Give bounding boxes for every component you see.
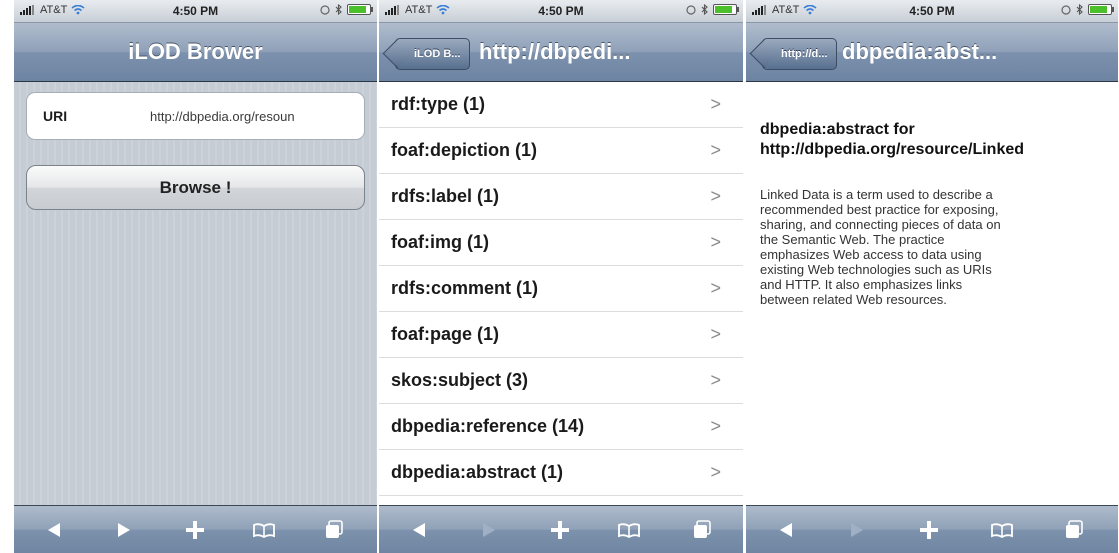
list-item-label: rdfs:comment (1) bbox=[391, 278, 539, 298]
pages-icon[interactable] bbox=[314, 506, 354, 553]
bluetooth-icon bbox=[335, 4, 342, 15]
back-arrow-icon[interactable] bbox=[766, 506, 806, 553]
page-title: dbpedia:abst... bbox=[842, 39, 998, 64]
list-item[interactable]: rdf:type (1) > bbox=[379, 82, 743, 128]
forward-arrow-icon[interactable] bbox=[104, 506, 144, 553]
battery-icon bbox=[347, 4, 373, 15]
chevron-right-icon: > bbox=[710, 416, 721, 436]
screen-resource-properties: AT&T 4:50 PM iLOD B... http://dbpedi... … bbox=[379, 0, 743, 553]
abstract-text: Linked Data is a term used to describe a… bbox=[760, 187, 1112, 307]
list-item[interactable]: foaf:page (1) > bbox=[379, 312, 743, 358]
abstract-text-line: and HTTP. It also emphasizes links bbox=[760, 277, 963, 292]
list-item[interactable]: foaf:depiction (1) > bbox=[379, 128, 743, 174]
abstract-heading-line: dbpedia:abstract for bbox=[760, 121, 915, 138]
list-item[interactable]: rdfs:comment (1) > bbox=[379, 266, 743, 312]
abstract-text-line: existing Web technologies such as URIs bbox=[760, 262, 992, 277]
add-icon[interactable] bbox=[540, 506, 580, 553]
chevron-right-icon: > bbox=[710, 324, 721, 344]
lock-rotation-icon bbox=[1061, 4, 1071, 15]
list-item-label: foaf:img (1) bbox=[391, 232, 489, 252]
back-button[interactable]: http://d... bbox=[762, 38, 838, 70]
status-right bbox=[1061, 4, 1114, 15]
list-item-label: foaf:depiction (1) bbox=[391, 140, 537, 160]
list-item-label: dbpedia:reference (14) bbox=[391, 416, 585, 436]
list-item[interactable]: foaf:img (1) > bbox=[379, 220, 743, 266]
lock-rotation-icon bbox=[686, 4, 696, 15]
back-button[interactable]: iLOD B... bbox=[395, 38, 471, 70]
navigation-bar: iLOD B... http://dbpedi... bbox=[379, 23, 743, 82]
status-bar: AT&T 4:50 PM bbox=[14, 0, 377, 23]
status-bar: AT&T 4:50 PM bbox=[379, 0, 743, 23]
safari-toolbar bbox=[746, 505, 1118, 553]
status-bar: AT&T 4:50 PM bbox=[746, 0, 1118, 23]
chevron-right-icon: > bbox=[710, 462, 721, 482]
abstract-heading: dbpedia:abstract for http://dbpedia.org/… bbox=[760, 120, 1118, 160]
bookmarks-icon[interactable] bbox=[244, 506, 284, 553]
chevron-right-icon: > bbox=[710, 370, 721, 390]
uri-field[interactable]: URI http://dbpedia.org/resoun bbox=[26, 92, 365, 140]
property-list: rdf:type (1) > foaf:depiction (1) > rdfs:l… bbox=[379, 82, 743, 505]
chevron-right-icon: > bbox=[710, 186, 721, 206]
abstract-text-line: emphasizes Web access to data using bbox=[760, 247, 982, 262]
screen-abstract-detail: AT&T 4:50 PM http://d... dbpedia:abst...… bbox=[746, 0, 1118, 553]
chevron-right-icon: > bbox=[710, 278, 721, 298]
list-item-label: rdfs:label (1) bbox=[391, 186, 500, 206]
navigation-bar: http://d... dbpedia:abst... bbox=[746, 23, 1118, 82]
bookmarks-icon[interactable] bbox=[609, 506, 649, 553]
list-item-label: skos:subject (3) bbox=[391, 370, 529, 390]
list-item-label: foaf:page (1) bbox=[391, 324, 499, 344]
chevron-right-icon: > bbox=[710, 140, 721, 160]
list-item-label: dbpedia:abstract (1) bbox=[391, 462, 564, 482]
abstract-text-line: the Semantic Web. The practice bbox=[760, 232, 945, 247]
battery-icon bbox=[1088, 4, 1114, 15]
list-item[interactable]: rdfs:label (1) > bbox=[379, 174, 743, 220]
abstract-heading-line: http://dbpedia.org/resource/Linked bbox=[760, 141, 1025, 158]
list-item-partial[interactable] bbox=[379, 496, 743, 505]
status-right bbox=[320, 4, 373, 15]
abstract-content: dbpedia:abstract for http://dbpedia.org/… bbox=[746, 82, 1118, 505]
battery-icon bbox=[713, 4, 739, 15]
safari-toolbar bbox=[379, 505, 743, 553]
page-title: http://dbpedi... bbox=[479, 39, 631, 64]
list-item[interactable]: dbpedia:reference (14) > bbox=[379, 404, 743, 450]
uri-input[interactable]: http://dbpedia.org/resoun bbox=[150, 109, 358, 124]
lock-rotation-icon bbox=[320, 4, 330, 15]
add-icon[interactable] bbox=[175, 506, 215, 553]
status-right bbox=[686, 4, 739, 15]
chevron-right-icon: > bbox=[710, 232, 721, 252]
pages-icon[interactable] bbox=[1054, 506, 1094, 553]
bookmarks-icon[interactable] bbox=[982, 506, 1022, 553]
list-item[interactable]: skos:subject (3) > bbox=[379, 358, 743, 404]
pages-icon[interactable] bbox=[682, 506, 722, 553]
abstract-text-line: recommended best practice for exposing, bbox=[760, 202, 999, 217]
back-arrow-icon[interactable] bbox=[34, 506, 74, 553]
back-arrow-icon[interactable] bbox=[399, 506, 439, 553]
abstract-text-line: between related Web resources. bbox=[760, 292, 947, 307]
uri-label: URI bbox=[43, 108, 68, 124]
list-item[interactable]: dbpedia:abstract (1) > bbox=[379, 450, 743, 496]
navigation-bar: iLOD Brower bbox=[14, 23, 377, 82]
list-item-label: rdf:type (1) bbox=[391, 94, 485, 114]
add-icon[interactable] bbox=[909, 506, 949, 553]
forward-arrow-icon bbox=[837, 506, 877, 553]
browse-button[interactable]: Browse ! bbox=[26, 165, 365, 210]
bluetooth-icon bbox=[701, 4, 708, 15]
screen-ilod-browser: AT&T 4:50 PM iLOD Brower URI http://dbpe… bbox=[14, 0, 377, 553]
chevron-right-icon: > bbox=[710, 94, 721, 114]
safari-toolbar bbox=[14, 505, 377, 553]
abstract-text-line: Linked Data is a term used to describe a bbox=[760, 187, 993, 202]
forward-arrow-icon bbox=[469, 506, 509, 553]
abstract-text-line: sharing, and connecting pieces of data o… bbox=[760, 217, 1001, 232]
bluetooth-icon bbox=[1076, 4, 1083, 15]
page-title: iLOD Brower bbox=[128, 39, 263, 64]
